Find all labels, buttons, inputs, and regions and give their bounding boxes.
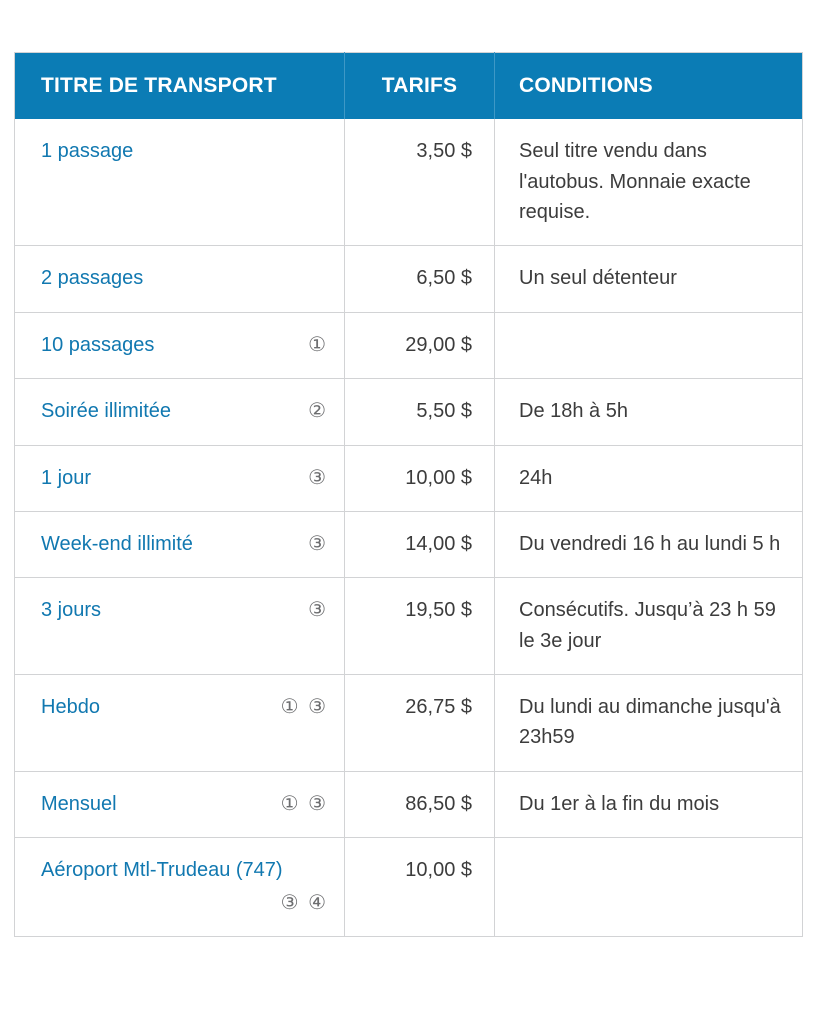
cell-tarif: 3,50 $ [344, 119, 495, 246]
titre-link[interactable]: Week-end illimité [41, 529, 193, 559]
cell-titre-de-transport: Hebdo ① ③ [14, 674, 345, 772]
titre-row-wrap: 1 passage [41, 136, 328, 166]
cell-conditions: Consécutifs. Jusqu’à 23 h 59 le 3e jour [494, 577, 803, 675]
footnote-markers: ③ [308, 599, 328, 622]
table-row: Week-end illimité ③ 14,00 $ Du vendredi 16 … [14, 510, 803, 578]
footnote-markers: ① ③ [280, 792, 328, 815]
cell-titre-de-transport: Aéroport Mtl-Trudeau (747) ③ ④ [14, 837, 345, 937]
cell-tarif: 6,50 $ [344, 245, 495, 313]
footnote-markers: ③ [308, 532, 328, 555]
titre-row-wrap: Week-end illimité ③ [41, 529, 328, 559]
cell-titre-de-transport: 1 jour ③ [14, 444, 345, 512]
column-header-titre-de-transport: TITRE DE TRANSPORT [14, 52, 345, 120]
cell-tarif: 86,50 $ [344, 770, 495, 838]
cell-conditions [494, 311, 803, 379]
cell-titre-de-transport: 3 jours ③ [14, 577, 345, 675]
titre-row-wrap: Aéroport Mtl-Trudeau (747) [41, 855, 328, 885]
table-body: 1 passage 3,50 $ Seul titre vendu dans l'a… [14, 119, 803, 937]
cell-tarif: 10,00 $ [344, 837, 495, 937]
cell-tarif: 26,75 $ [344, 674, 495, 772]
cell-conditions: Du vendredi 16 h au lundi 5 h [494, 510, 803, 578]
cell-tarif: 10,00 $ [344, 444, 495, 512]
table-row: Hebdo ① ③ 26,75 $ Du lundi au dimanche jusq… [14, 674, 803, 772]
titre-row-wrap: Soirée illimitée ② [41, 396, 328, 426]
titre-row-wrap: 10 passages ① [41, 330, 328, 360]
cell-conditions: Du 1er à la fin du mois [494, 770, 803, 838]
titre-link[interactable]: Hebdo [41, 692, 100, 722]
cell-tarif: 14,00 $ [344, 510, 495, 578]
titre-link[interactable]: Aéroport Mtl-Trudeau (747) [41, 855, 283, 885]
footnote-markers-below: ③ ④ [280, 891, 328, 914]
table-row: 1 passage 3,50 $ Seul titre vendu dans l'a… [15, 119, 803, 246]
cell-titre-de-transport: 2 passages [14, 245, 345, 313]
cell-conditions: 24h [494, 444, 803, 512]
cell-titre-de-transport: Week-end illimité ③ [14, 510, 345, 578]
titre-link[interactable]: 10 passages [41, 330, 154, 360]
titre-link[interactable]: Mensuel [41, 789, 117, 819]
cell-tarif: 29,00 $ [344, 311, 495, 379]
cell-conditions: Du lundi au dimanche jusqu'à 23h59 [494, 674, 803, 772]
footnote-markers: ② [308, 400, 328, 423]
titre-link[interactable]: 3 jours [41, 595, 101, 625]
table-row: 1 jour ③ 10,00 $24h [14, 444, 803, 512]
titre-row-wrap: Hebdo ① ③ [41, 692, 328, 722]
footnote-markers: ① [308, 333, 328, 356]
column-header-tarifs: TARIFS [344, 52, 495, 120]
titre-row-wrap: 3 jours ③ [41, 595, 328, 625]
page-root: TITRE DE TRANSPORT TARIFS CONDITIONS 1 p… [0, 0, 817, 1015]
table-row: Soirée illimitée ② 5,50 $ De 18h à 5h [14, 378, 803, 446]
fare-table: TITRE DE TRANSPORT TARIFS CONDITIONS 1 p… [14, 52, 803, 938]
titre-link[interactable]: 1 jour [41, 463, 91, 493]
footnote-markers: ① ③ [280, 696, 328, 719]
cell-conditions: Un seul détenteur [494, 245, 803, 313]
table-row: Aéroport Mtl-Trudeau (747) ③ ④ 10,00 $ [14, 837, 803, 937]
cell-tarif: 19,50 $ [344, 577, 495, 675]
table-row: Mensuel ① ③ 86,50 $ Du 1er à la fin du mois [14, 770, 803, 838]
titre-link[interactable]: 1 passage [41, 136, 133, 166]
cell-conditions: Seul titre vendu dans l'autobus. Monnaie… [494, 119, 803, 246]
cell-titre-de-transport: Soirée illimitée ② [14, 378, 345, 446]
footnote-markers: ③ [308, 466, 328, 489]
table-row: 3 jours ③ 19,50 $ Consécutifs. Jusqu’à 23 h… [14, 577, 803, 675]
cell-conditions: De 18h à 5h [494, 378, 803, 446]
table-row: 2 passages 6,50 $ Un seul détenteur [14, 245, 803, 313]
column-header-conditions: CONDITIONS [494, 52, 803, 120]
table-header: TITRE DE TRANSPORT TARIFS CONDITIONS [14, 52, 803, 120]
cell-titre-de-transport: 1 passage [15, 119, 345, 246]
titre-row-wrap: 2 passages [41, 263, 328, 293]
table-row: 10 passages ① 29,00 $ [14, 311, 803, 379]
cell-conditions [494, 837, 803, 937]
cell-titre-de-transport: 10 passages ① [14, 311, 345, 379]
titre-row-wrap: 1 jour ③ [41, 463, 328, 493]
titre-link[interactable]: 2 passages [41, 263, 143, 293]
cell-titre-de-transport: Mensuel ① ③ [14, 770, 345, 838]
titre-row-wrap: Mensuel ① ③ [41, 789, 328, 819]
titre-link[interactable]: Soirée illimitée [41, 396, 171, 426]
cell-tarif: 5,50 $ [344, 378, 495, 446]
table-header-row: TITRE DE TRANSPORT TARIFS CONDITIONS [14, 52, 803, 120]
